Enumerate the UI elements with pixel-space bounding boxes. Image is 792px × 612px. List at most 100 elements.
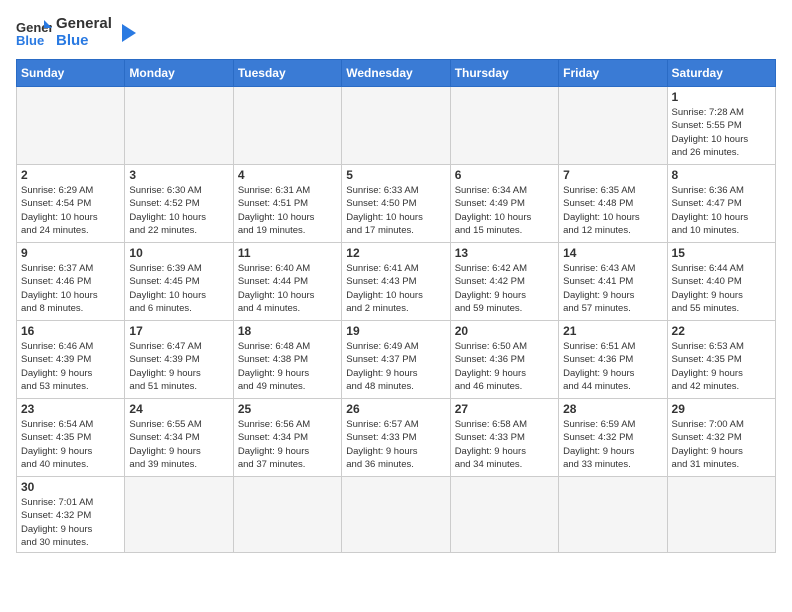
day-number: 4 [238,168,337,182]
week-row-6: 30 Sunrise: 7:01 AM Sunset: 4:32 PM Dayli… [17,477,776,553]
logo-blue: Blue [56,33,112,50]
day-number: 6 [455,168,554,182]
calendar-cell: 27 Sunrise: 6:58 AM Sunset: 4:33 PM Dayli… [450,399,558,477]
calendar-cell [559,477,667,553]
calendar-cell: 4 Sunrise: 6:31 AM Sunset: 4:51 PM Daylig… [233,165,341,243]
calendar-cell: 9 Sunrise: 6:37 AM Sunset: 4:46 PM Daylig… [17,243,125,321]
calendar-cell: 19Sunrise: 6:49 AM Sunset: 4:37 PM Dayli… [342,321,450,399]
calendar-cell: 12 Sunrise: 6:41 AM Sunset: 4:43 PM Dayli… [342,243,450,321]
day-number: 3 [129,168,228,182]
day-number: 9 [21,246,120,260]
weekday-thursday: Thursday [450,60,558,87]
calendar-cell: 18Sunrise: 6:48 AM Sunset: 4:38 PM Dayli… [233,321,341,399]
day-number: 11 [238,246,337,260]
day-number: 10 [129,246,228,260]
logo-icon: General Blue [16,18,52,48]
calendar-cell: 7 Sunrise: 6:35 AM Sunset: 4:48 PM Daylig… [559,165,667,243]
day-number: 28 [563,402,662,416]
logo-general: General [56,16,112,33]
calendar-cell: 8Sunrise: 6:36 AM Sunset: 4:47 PM Daylig… [667,165,775,243]
calendar-cell [17,87,125,165]
day-number: 1 [672,90,771,104]
calendar-cell [667,477,775,553]
day-info: Sunrise: 6:31 AM Sunset: 4:51 PM Dayligh… [238,184,337,237]
week-row-5: 23 Sunrise: 6:54 AM Sunset: 4:35 PM Dayli… [17,399,776,477]
day-info: Sunrise: 6:41 AM Sunset: 4:43 PM Dayligh… [346,262,445,315]
calendar-cell [450,87,558,165]
day-info: Sunrise: 6:58 AM Sunset: 4:33 PM Dayligh… [455,418,554,471]
header: General Blue General Blue [16,16,776,49]
calendar-cell: 5Sunrise: 6:33 AM Sunset: 4:50 PM Daylig… [342,165,450,243]
calendar-cell: 1Sunrise: 7:28 AM Sunset: 5:55 PM Daylig… [667,87,775,165]
calendar-cell: 26 Sunrise: 6:57 AM Sunset: 4:33 PM Dayli… [342,399,450,477]
calendar-cell [342,477,450,553]
day-number: 21 [563,324,662,338]
day-info: Sunrise: 6:48 AM Sunset: 4:38 PM Dayligh… [238,340,337,393]
day-info: Sunrise: 6:35 AM Sunset: 4:48 PM Dayligh… [563,184,662,237]
day-number: 2 [21,168,120,182]
day-number: 16 [21,324,120,338]
day-info: Sunrise: 6:29 AM Sunset: 4:54 PM Dayligh… [21,184,120,237]
day-info: Sunrise: 6:39 AM Sunset: 4:45 PM Dayligh… [129,262,228,315]
day-info: Sunrise: 6:43 AM Sunset: 4:41 PM Dayligh… [563,262,662,315]
day-number: 29 [672,402,771,416]
day-number: 17 [129,324,228,338]
calendar-cell [450,477,558,553]
day-number: 13 [455,246,554,260]
day-info: Sunrise: 7:01 AM Sunset: 4:32 PM Dayligh… [21,496,120,549]
day-number: 26 [346,402,445,416]
logo-triangle-icon [116,22,138,44]
calendar-cell: 13 Sunrise: 6:42 AM Sunset: 4:42 PM Dayli… [450,243,558,321]
day-info: Sunrise: 6:57 AM Sunset: 4:33 PM Dayligh… [346,418,445,471]
calendar-cell: 20 Sunrise: 6:50 AM Sunset: 4:36 PM Dayli… [450,321,558,399]
day-number: 30 [21,480,120,494]
calendar-cell: 25Sunrise: 6:56 AM Sunset: 4:34 PM Dayli… [233,399,341,477]
day-info: Sunrise: 7:00 AM Sunset: 4:32 PM Dayligh… [672,418,771,471]
calendar-cell [125,87,233,165]
day-number: 14 [563,246,662,260]
day-number: 23 [21,402,120,416]
day-info: Sunrise: 6:50 AM Sunset: 4:36 PM Dayligh… [455,340,554,393]
day-number: 27 [455,402,554,416]
calendar-cell: 22 Sunrise: 6:53 AM Sunset: 4:35 PM Dayli… [667,321,775,399]
day-info: Sunrise: 6:54 AM Sunset: 4:35 PM Dayligh… [21,418,120,471]
day-info: Sunrise: 6:55 AM Sunset: 4:34 PM Dayligh… [129,418,228,471]
calendar-cell [233,477,341,553]
week-row-1: 1Sunrise: 7:28 AM Sunset: 5:55 PM Daylig… [17,87,776,165]
day-info: Sunrise: 6:34 AM Sunset: 4:49 PM Dayligh… [455,184,554,237]
week-row-4: 16Sunrise: 6:46 AM Sunset: 4:39 PM Dayli… [17,321,776,399]
weekday-header-row: SundayMondayTuesdayWednesdayThursdayFrid… [17,60,776,87]
day-number: 7 [563,168,662,182]
day-info: Sunrise: 6:42 AM Sunset: 4:42 PM Dayligh… [455,262,554,315]
day-info: Sunrise: 6:30 AM Sunset: 4:52 PM Dayligh… [129,184,228,237]
day-info: Sunrise: 6:53 AM Sunset: 4:35 PM Dayligh… [672,340,771,393]
day-info: Sunrise: 6:44 AM Sunset: 4:40 PM Dayligh… [672,262,771,315]
calendar-cell: 30 Sunrise: 7:01 AM Sunset: 4:32 PM Dayli… [17,477,125,553]
calendar-cell: 28 Sunrise: 6:59 AM Sunset: 4:32 PM Dayli… [559,399,667,477]
calendar-cell [559,87,667,165]
day-info: Sunrise: 6:37 AM Sunset: 4:46 PM Dayligh… [21,262,120,315]
day-number: 12 [346,246,445,260]
day-number: 20 [455,324,554,338]
calendar-cell: 17 Sunrise: 6:47 AM Sunset: 4:39 PM Dayli… [125,321,233,399]
svg-text:Blue: Blue [16,33,44,48]
weekday-tuesday: Tuesday [233,60,341,87]
day-info: Sunrise: 6:47 AM Sunset: 4:39 PM Dayligh… [129,340,228,393]
day-number: 15 [672,246,771,260]
day-info: Sunrise: 6:33 AM Sunset: 4:50 PM Dayligh… [346,184,445,237]
day-info: Sunrise: 6:51 AM Sunset: 4:36 PM Dayligh… [563,340,662,393]
week-row-3: 9 Sunrise: 6:37 AM Sunset: 4:46 PM Daylig… [17,243,776,321]
calendar-cell: 23 Sunrise: 6:54 AM Sunset: 4:35 PM Dayli… [17,399,125,477]
calendar-cell: 15 Sunrise: 6:44 AM Sunset: 4:40 PM Dayli… [667,243,775,321]
calendar-cell: 6 Sunrise: 6:34 AM Sunset: 4:49 PM Daylig… [450,165,558,243]
calendar-cell: 3 Sunrise: 6:30 AM Sunset: 4:52 PM Daylig… [125,165,233,243]
day-info: Sunrise: 6:36 AM Sunset: 4:47 PM Dayligh… [672,184,771,237]
day-number: 25 [238,402,337,416]
calendar-cell: 29 Sunrise: 7:00 AM Sunset: 4:32 PM Dayli… [667,399,775,477]
calendar-cell: 14 Sunrise: 6:43 AM Sunset: 4:41 PM Dayli… [559,243,667,321]
week-row-2: 2 Sunrise: 6:29 AM Sunset: 4:54 PM Daylig… [17,165,776,243]
calendar-cell [342,87,450,165]
day-number: 22 [672,324,771,338]
day-info: Sunrise: 6:59 AM Sunset: 4:32 PM Dayligh… [563,418,662,471]
calendar: SundayMondayTuesdayWednesdayThursdayFrid… [16,59,776,553]
